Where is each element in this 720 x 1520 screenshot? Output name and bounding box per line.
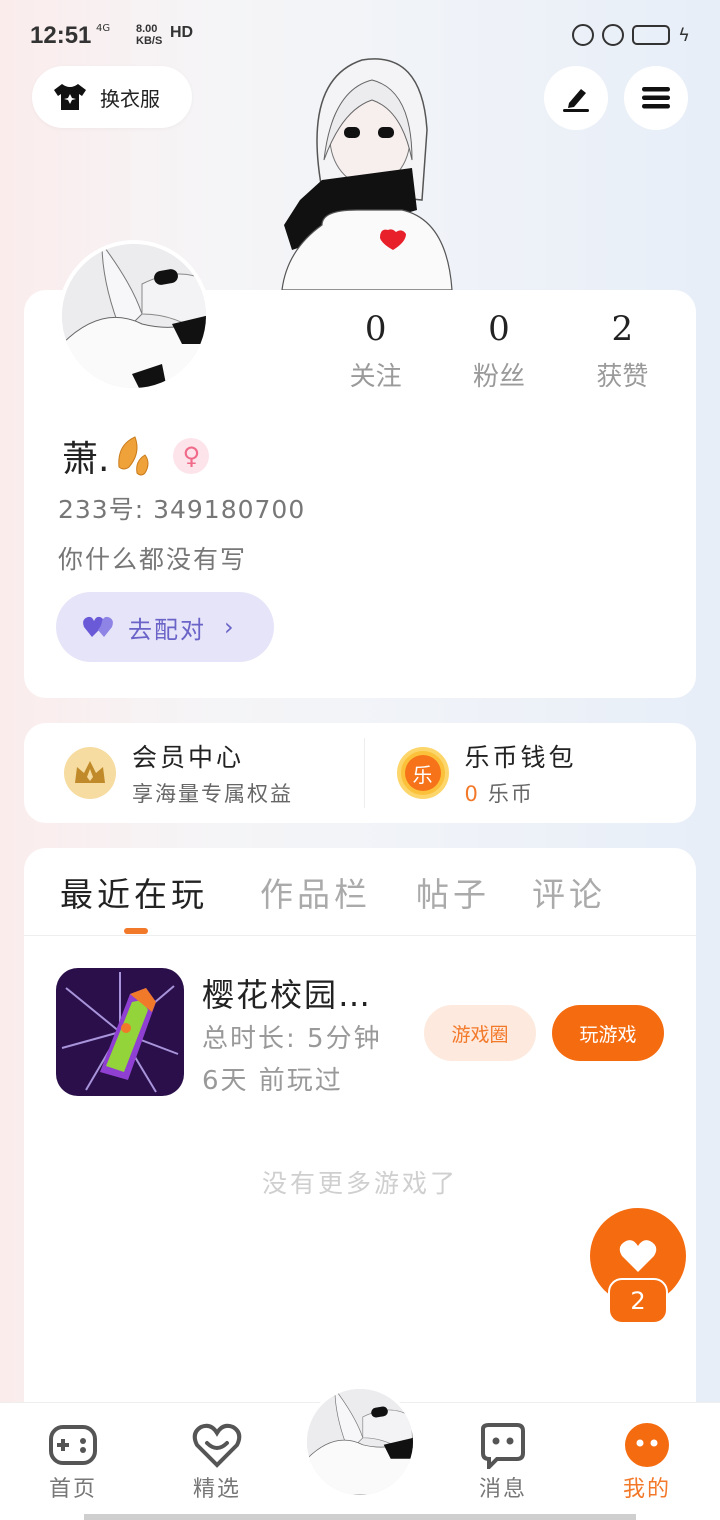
game-icon[interactable] [56, 968, 184, 1096]
stat-followers[interactable]: 0 粉丝 [437, 306, 560, 393]
network-indicator: 4G [96, 23, 111, 34]
play-game-button[interactable]: 玩游戏 [552, 1005, 664, 1061]
message-icon [481, 1423, 525, 1469]
member-center-title: 会员中心 [132, 743, 245, 772]
change-outfit-button[interactable]: 换衣服 [32, 66, 192, 128]
game-total-time: 总时长: 5分钟 [202, 1024, 382, 1054]
tab-works[interactable]: 作品栏 [260, 868, 371, 916]
menu-button[interactable] [624, 66, 688, 130]
wallet-entry[interactable]: 乐 乐币钱包 0 乐币 [365, 723, 697, 823]
tab-recent-played[interactable]: 最近在玩 [60, 868, 208, 916]
avatar-character [281, 58, 453, 290]
bio: 你什么都没有写 [58, 545, 248, 574]
outfit-label: 换衣服 [100, 86, 160, 111]
profile-face-icon [625, 1423, 669, 1467]
wallet-amount: 0 [464, 782, 480, 806]
stat-following[interactable]: 0 关注 [314, 306, 437, 393]
member-center-sub: 享海量专属权益 [132, 782, 293, 806]
match-label: 去配对 [128, 615, 206, 644]
charging-icon: ϟ [678, 24, 690, 46]
home-indicator [84, 1514, 636, 1520]
profile-avatar[interactable] [58, 240, 210, 392]
nav-avatar-image [307, 1389, 413, 1495]
shirt-icon [54, 84, 86, 110]
nav-messages-label: 消息 [478, 1477, 527, 1502]
nav-home-label: 首页 [48, 1477, 97, 1502]
followers-count: 0 [488, 309, 510, 349]
profile-stats: 0 关注 0 粉丝 2 获赞 [314, 306, 684, 393]
like-count-badge: 2 [608, 1278, 668, 1324]
nav-mine[interactable]: 我的 [592, 1421, 702, 1503]
edit-profile-button[interactable] [544, 66, 608, 130]
nav-featured[interactable]: 精选 [162, 1421, 272, 1503]
battery-icon [632, 25, 671, 45]
game-last-played: 6天 前玩过 [202, 1066, 343, 1096]
profile-tabs: 最近在玩 作品栏 帖子 评论 [24, 848, 696, 936]
nav-mine-label: 我的 [622, 1477, 671, 1502]
followers-label: 粉丝 [472, 362, 525, 392]
wallet-title: 乐币钱包 [464, 743, 577, 772]
gamepad-icon [49, 1425, 97, 1465]
following-label: 关注 [349, 362, 402, 392]
lock-rotation-icon [572, 24, 595, 46]
status-icons: ϟ [572, 24, 690, 46]
status-time: 12:51 [30, 22, 92, 49]
tab-posts[interactable]: 帖子 [416, 868, 490, 916]
member-center-entry[interactable]: 会员中心 享海量专属权益 [24, 723, 364, 823]
tab-comments[interactable]: 评论 [532, 868, 606, 916]
nav-home[interactable]: 首页 [18, 1421, 128, 1503]
following-count: 0 [364, 309, 387, 349]
nav-avatar[interactable] [304, 1386, 416, 1498]
username-text: 萧. [62, 439, 110, 480]
game-circle-button[interactable]: 游戏圈 [424, 1005, 536, 1061]
nav-featured-label: 精选 [192, 1477, 241, 1502]
leaf-icon [118, 436, 149, 476]
no-more-games: 没有更多游戏了 [261, 1169, 458, 1198]
match-button[interactable]: 去配对 › [56, 592, 274, 662]
likes-count: 2 [611, 309, 634, 349]
stat-likes[interactable]: 2 获赞 [561, 306, 684, 393]
network-speed: 8.00 KB/S [136, 23, 163, 47]
tab-indicator [124, 928, 148, 934]
likes-label: 获赞 [596, 362, 649, 392]
wallet-balance: 0 乐币 [465, 778, 577, 808]
wallet-unit: 乐币 [487, 782, 534, 806]
heart-chat-icon [192, 1423, 242, 1468]
crown-icon [64, 747, 116, 799]
double-heart-icon [83, 616, 113, 637]
hd-indicator: HD [170, 24, 194, 41]
chevron-right-icon: › [224, 613, 234, 641]
edit-icon [563, 89, 589, 112]
game-name: 樱花校园… [202, 976, 373, 1014]
menu-icon [642, 87, 670, 109]
alarm-icon [602, 24, 625, 46]
coin-icon: 乐 [396, 747, 449, 799]
female-gender-icon: ♀ [173, 438, 210, 474]
heart-icon [619, 1240, 657, 1272]
account-id: 233号: 349180700 [58, 495, 306, 524]
vip-card: 会员中心 享海量专属权益 乐 乐币钱包 0 乐币 [24, 723, 696, 823]
username: 萧. ♀ [62, 430, 210, 482]
nav-messages[interactable]: 消息 [448, 1421, 558, 1503]
